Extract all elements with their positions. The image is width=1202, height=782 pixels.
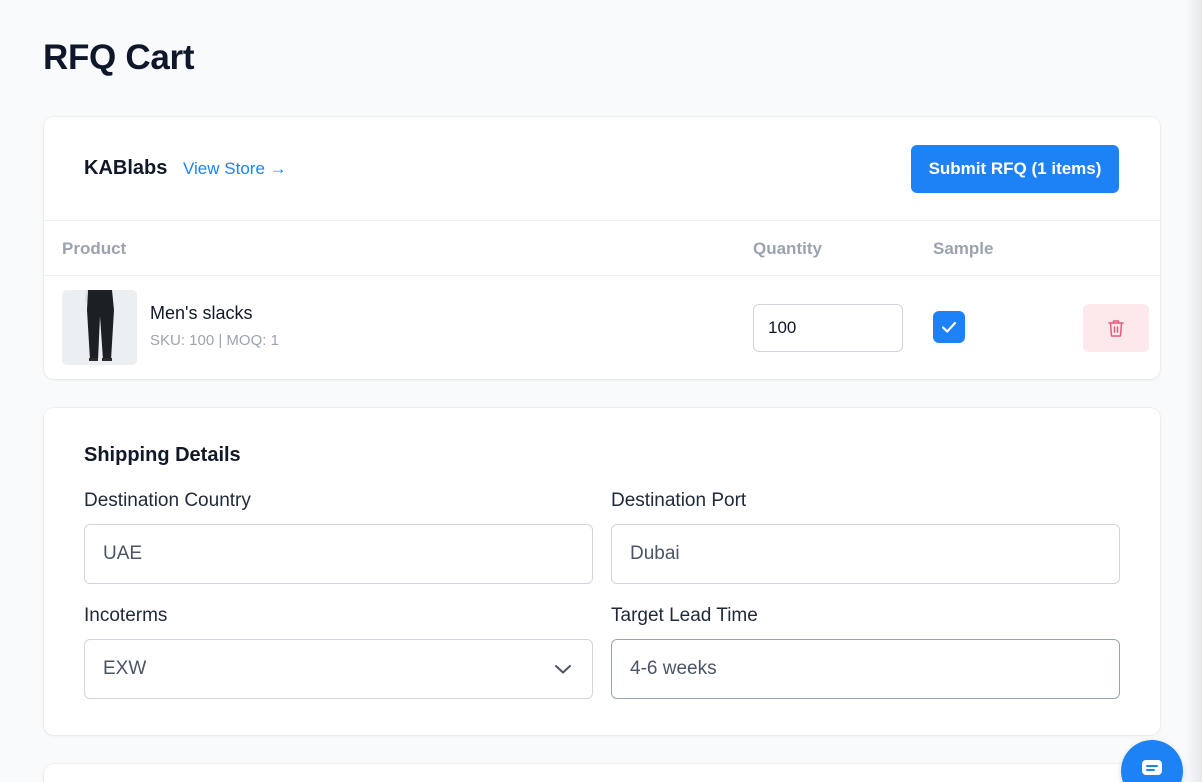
table-header: Product Quantity Sample: [44, 221, 1160, 276]
store-name: KABlabs: [84, 157, 168, 179]
scrollbar-edge: [1185, 0, 1202, 782]
destination-country-input[interactable]: UAE: [84, 524, 593, 584]
submit-rfq-button[interactable]: Submit RFQ (1 items): [911, 145, 1119, 193]
trash-icon: [1108, 320, 1124, 337]
chat-button[interactable]: [1121, 740, 1183, 782]
destination-port-label: Destination Port: [611, 490, 747, 511]
chat-icon: [1142, 760, 1162, 775]
incoterms-select[interactable]: EXW: [84, 639, 593, 699]
column-header-product: Product: [62, 239, 127, 258]
delete-item-button[interactable]: [1083, 304, 1149, 352]
target-lead-time-value: 4-6 weeks: [630, 658, 717, 679]
product-name[interactable]: Men's slacks: [150, 303, 252, 324]
product-thumbnail[interactable]: [62, 290, 137, 365]
check-icon: [941, 321, 957, 333]
target-lead-time-input[interactable]: 4-6 weeks: [611, 639, 1120, 699]
destination-country-value: UAE: [103, 543, 143, 564]
page-title: RFQ Cart: [43, 38, 195, 77]
next-section-card: [44, 764, 1160, 782]
destination-port-input[interactable]: Dubai: [611, 524, 1120, 584]
shipping-details-card: Shipping Details Destination Country UAE…: [44, 408, 1160, 735]
shipping-details-heading: Shipping Details: [84, 444, 241, 466]
chevron-down-icon: [555, 665, 571, 674]
sample-checkbox[interactable]: [933, 311, 965, 343]
view-store-link[interactable]: View Store →: [183, 159, 287, 179]
incoterms-label: Incoterms: [84, 605, 168, 626]
store-cart-card: KABlabs View Store → Submit RFQ (1 items…: [44, 117, 1160, 379]
column-header-quantity: Quantity: [753, 239, 822, 258]
incoterms-value: EXW: [103, 658, 147, 679]
quantity-input[interactable]: [753, 304, 903, 352]
target-lead-time-label: Target Lead Time: [611, 605, 758, 626]
store-header: KABlabs View Store → Submit RFQ (1 items…: [44, 117, 1160, 221]
destination-country-label: Destination Country: [84, 490, 251, 511]
destination-port-value: Dubai: [630, 543, 680, 564]
column-header-sample: Sample: [933, 239, 994, 258]
product-sku-moq: SKU: 100 | MOQ: 1: [150, 332, 279, 349]
table-row: Men's slacks SKU: 100 | MOQ: 1: [44, 276, 1160, 379]
